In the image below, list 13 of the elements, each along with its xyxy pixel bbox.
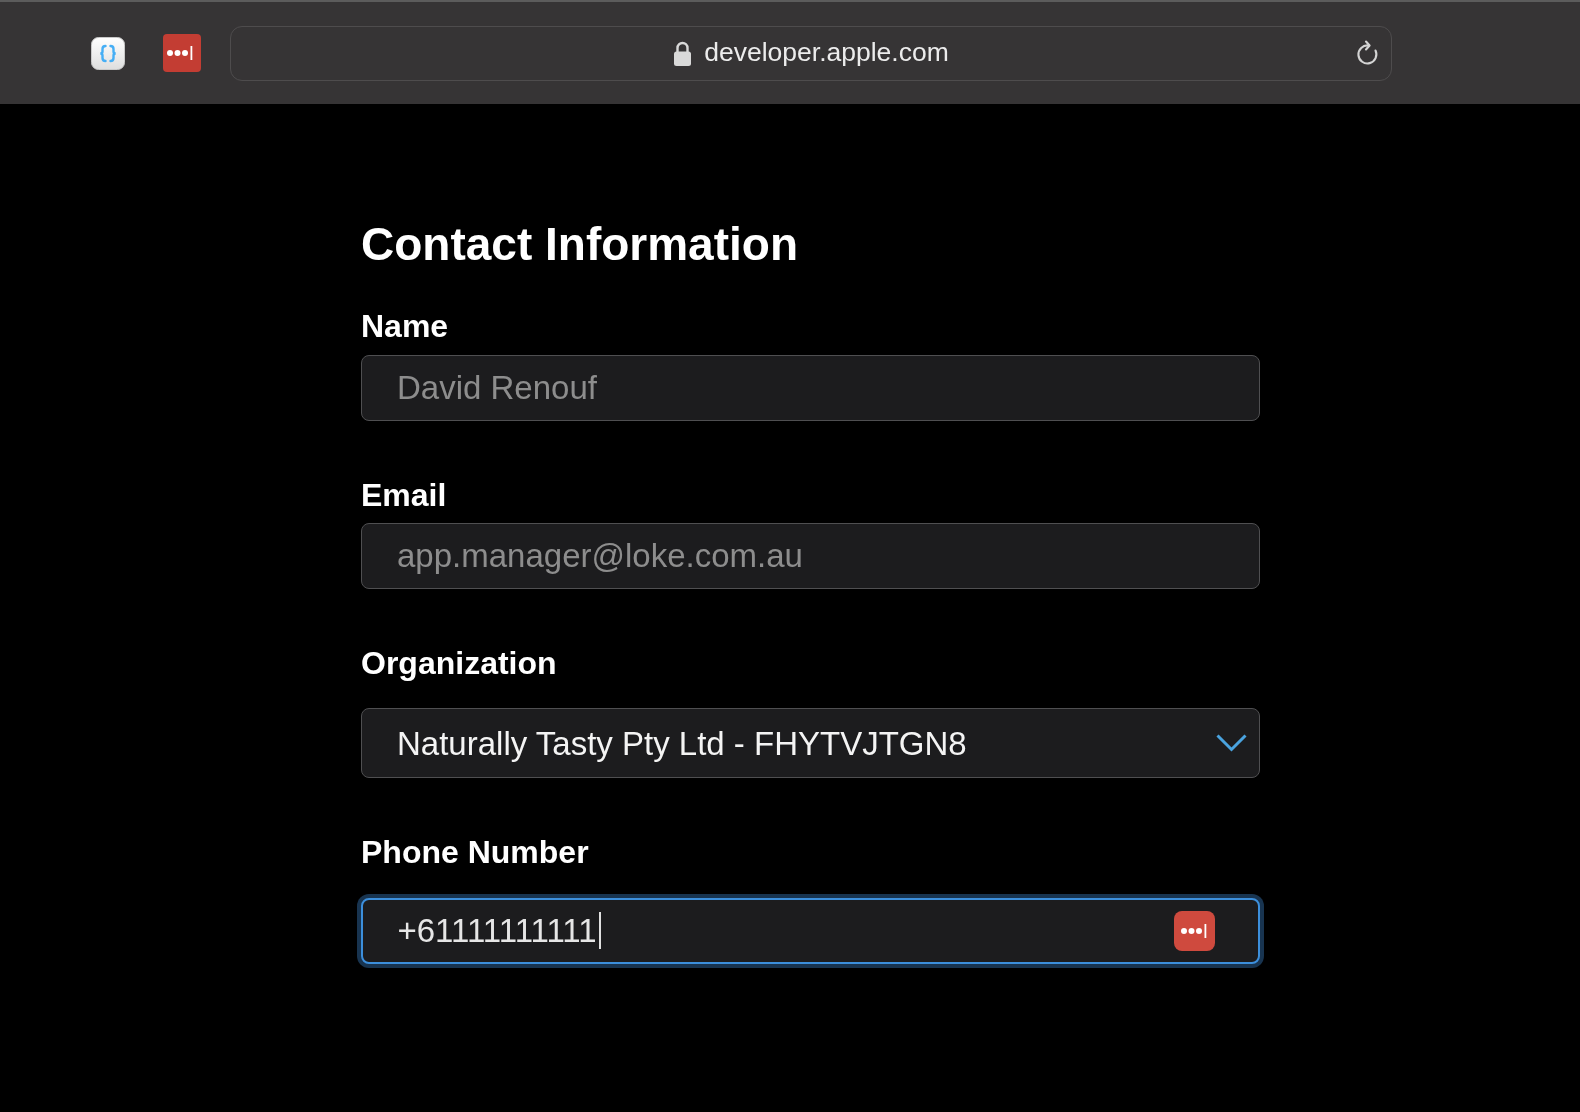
field-label: Email [361,475,447,514]
text-cursor-icon [598,912,601,950]
address-bar[interactable]: developer.apple.com [230,25,1392,81]
braces-icon[interactable] [91,36,125,70]
select-field[interactable]: Naturally Tasty Pty Ltd - FHYTVJTGN8 [361,708,1260,779]
password-dots-icon[interactable] [1174,910,1215,951]
field-label: Phone Number [361,833,589,872]
form-title: Contact Information [361,217,798,272]
field-label: Name [361,307,449,346]
input-field[interactable]: +61111111111 [361,897,1260,964]
field-label: Organization [361,643,557,683]
chevron-down-icon [1216,734,1247,753]
password-dots-icon[interactable] [163,34,201,72]
